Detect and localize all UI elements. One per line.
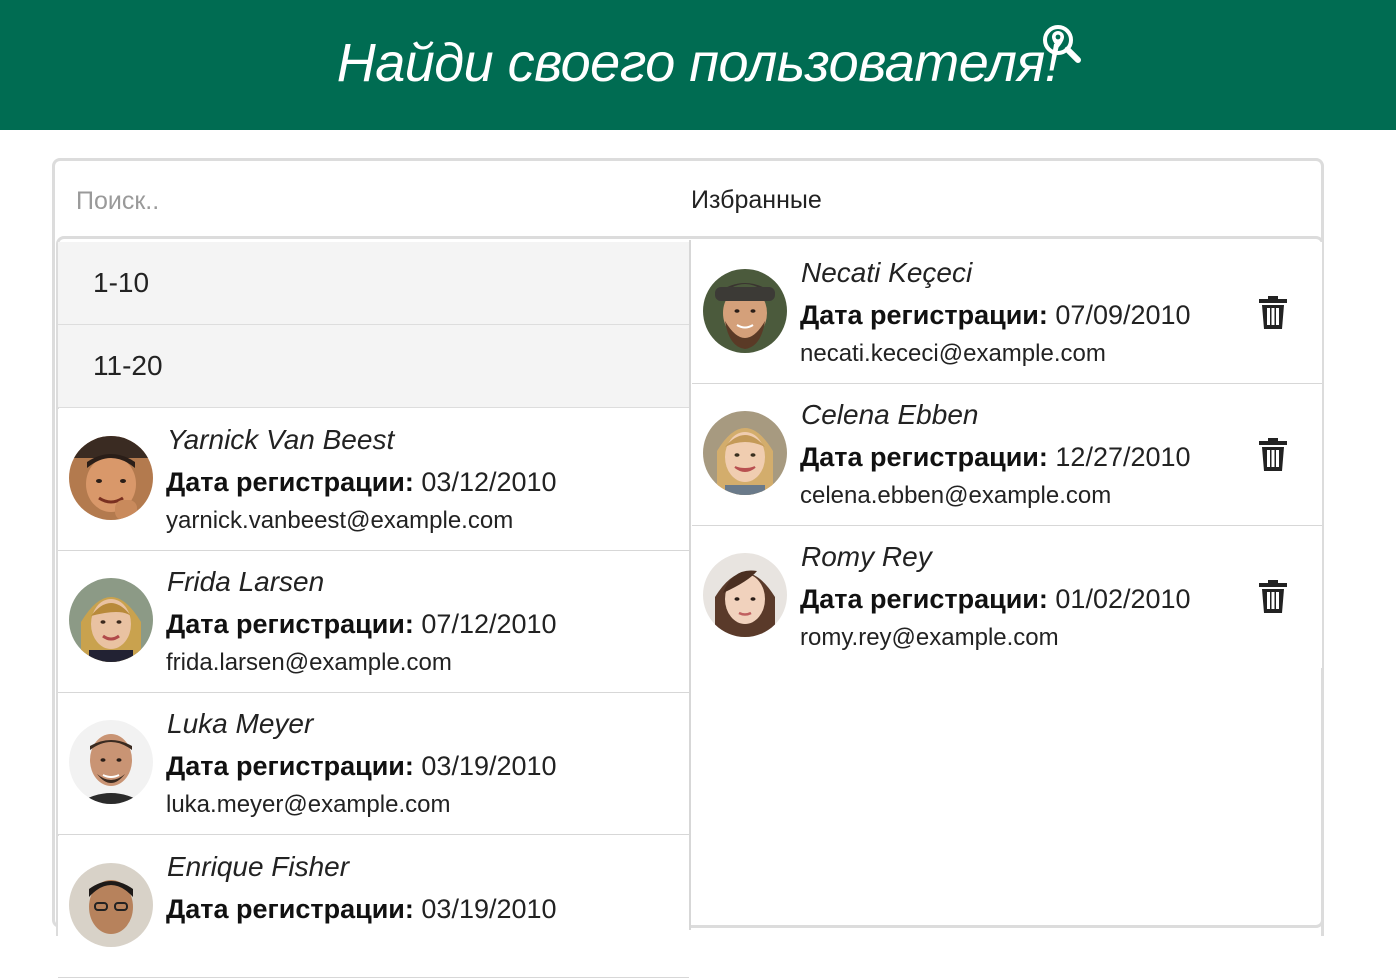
search-input[interactable]	[76, 178, 636, 224]
group-header[interactable]: 11-20	[58, 325, 689, 408]
registration-date: Дата регистрации: 03/19/2010	[166, 749, 557, 783]
date-label: Дата регистрации:	[166, 894, 414, 924]
avatar	[69, 720, 153, 804]
user-item[interactable]: Luka Meyer Дата регистрации: 03/19/2010 …	[58, 693, 689, 835]
user-item[interactable]: Yarnick Van Beest Дата регистрации: 03/1…	[58, 409, 689, 551]
delete-trash-icon[interactable]	[1258, 580, 1288, 614]
favorite-item[interactable]: Necati Keçeci Дата регистрации: 07/09/20…	[692, 242, 1322, 384]
date-label: Дата регистрации:	[800, 442, 1048, 472]
user-email: luka.meyer@example.com	[166, 791, 451, 818]
date-value: 07/12/2010	[421, 609, 557, 639]
registration-date: Дата регистрации: 12/27/2010	[800, 440, 1191, 474]
date-label: Дата регистрации:	[166, 751, 414, 781]
registration-date: Дата регистрации: 07/12/2010	[166, 607, 557, 641]
avatar	[703, 553, 787, 637]
date-value: 12/27/2010	[1055, 442, 1191, 472]
user-email: necati.kececi@example.com	[800, 340, 1106, 367]
favorites-title: Избранные	[691, 186, 822, 214]
search-location-icon	[1043, 25, 1081, 63]
app-header: Найди своего пользователя!	[0, 0, 1396, 130]
user-name: Enrique Fisher	[167, 851, 350, 882]
user-email: celena.ebben@example.com	[800, 482, 1112, 509]
avatar	[69, 436, 153, 520]
avatar	[69, 578, 153, 662]
favorite-item[interactable]: Romy Rey Дата регистрации: 01/02/2010 ro…	[692, 526, 1322, 668]
date-value: 03/12/2010	[421, 467, 557, 497]
delete-trash-icon[interactable]	[1258, 438, 1288, 472]
date-value: 07/09/2010	[1055, 300, 1191, 330]
registration-date: Дата регистрации: 01/02/2010	[800, 582, 1191, 616]
registration-date: Дата регистрации: 03/12/2010	[166, 465, 557, 499]
user-email: frida.larsen@example.com	[166, 649, 452, 676]
user-name: Celena Ebben	[801, 399, 979, 430]
delete-trash-icon[interactable]	[1258, 296, 1288, 330]
user-name: Necati Keçeci	[801, 257, 973, 288]
date-label: Дата регистрации:	[800, 584, 1048, 614]
date-value: 03/19/2010	[421, 894, 557, 924]
date-value: 01/02/2010	[1055, 584, 1191, 614]
registration-date: Дата регистрации: 07/09/2010	[800, 298, 1191, 332]
group-label: 11-20	[93, 350, 163, 381]
user-email: yarnick.vanbeest@example.com	[166, 507, 514, 534]
date-label: Дата регистрации:	[800, 300, 1048, 330]
date-value: 03/19/2010	[421, 751, 557, 781]
page-title: Найди своего пользователя!	[336, 33, 1060, 93]
registration-date: Дата регистрации: 03/19/2010	[166, 892, 557, 926]
user-item[interactable]: Enrique Fisher Дата регистрации: 03/19/2…	[58, 836, 689, 978]
avatar	[703, 411, 787, 495]
favorite-item[interactable]: Celena Ebben Дата регистрации: 12/27/201…	[692, 384, 1322, 526]
user-name: Luka Meyer	[167, 708, 314, 739]
date-label: Дата регистрации:	[166, 609, 414, 639]
group-header[interactable]: 1-10	[58, 242, 689, 325]
avatar	[69, 863, 153, 947]
user-name: Yarnick Van Beest	[167, 424, 395, 455]
avatar	[703, 269, 787, 353]
user-email: romy.rey@example.com	[800, 624, 1059, 651]
user-name: Frida Larsen	[167, 566, 325, 597]
date-label: Дата регистрации:	[166, 467, 414, 497]
group-label: 1-10	[93, 267, 150, 298]
user-name: Romy Rey	[801, 541, 932, 572]
user-item[interactable]: Frida Larsen Дата регистрации: 07/12/201…	[58, 551, 689, 693]
